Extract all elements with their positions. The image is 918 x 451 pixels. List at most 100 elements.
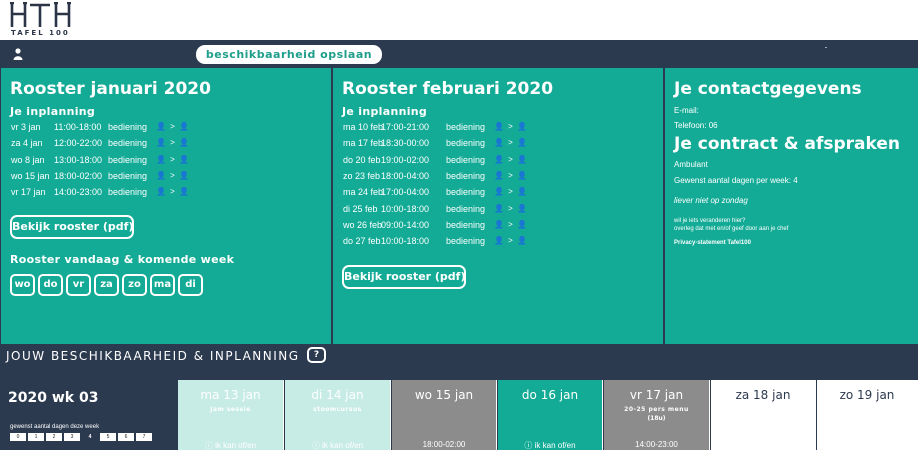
- days-per-week: Gewenst aantal dagen per week: 4: [674, 176, 798, 185]
- shift-date: ma 24 feb: [343, 187, 384, 198]
- day-button-zo[interactable]: zo: [122, 274, 147, 296]
- user-icon[interactable]: [13, 48, 23, 60]
- day-availability: 14:00-23:00: [635, 440, 678, 449]
- privacy-statement-link[interactable]: Privacy-statement Tafel100: [674, 240, 751, 246]
- day-name: za 18 jan: [735, 388, 791, 402]
- shift-role: bediening: [446, 154, 486, 165]
- day-column[interactable]: za 18 jan: [711, 380, 816, 450]
- shift-date: vr 17 jan: [11, 187, 46, 198]
- shift-swap-icon[interactable]: 👤 > 👤: [494, 155, 528, 164]
- day-event: 20-25 pers menu: [624, 406, 689, 413]
- day-column[interactable]: wo 15 jan 18:00-02:00: [392, 380, 497, 450]
- shift-time: 10:00-18:00: [381, 236, 430, 247]
- day-button-di[interactable]: di: [178, 274, 203, 296]
- logo-mark-icon: [10, 2, 71, 27]
- shift-swap-icon[interactable]: 👤 > 👤: [494, 122, 528, 131]
- shift-role: bediening: [446, 170, 486, 181]
- day-event: stoomcursus: [313, 406, 362, 413]
- shift-date: ma 17 feb: [343, 138, 384, 149]
- day-count-option[interactable]: 2: [46, 433, 62, 441]
- day-column[interactable]: zo 19 jan: [817, 380, 918, 450]
- shift-swap-icon[interactable]: 👤 > 👤: [494, 138, 528, 147]
- shift-date: zo 23 feb: [343, 170, 381, 181]
- shift-swap-icon[interactable]: 👤 > 👤: [494, 220, 528, 229]
- shift-time: 14:00-23:00: [54, 187, 103, 198]
- shift-swap-icon[interactable]: 👤 > 👤: [156, 171, 190, 180]
- shift-time: 17:00-04:00: [381, 187, 430, 198]
- panels: Rooster januari 2020 Je inplanning vr 3 …: [0, 68, 918, 344]
- day-availability: ⓘ ik kan of/en: [204, 441, 257, 450]
- shift-role: bediening: [108, 154, 148, 165]
- nav-dot: [825, 47, 827, 48]
- shift-swap-icon[interactable]: 👤 > 👤: [156, 122, 190, 131]
- shift-date: ma 10 feb: [343, 122, 384, 132]
- day-count-option[interactable]: 7: [136, 433, 152, 441]
- shift-role: bediening: [446, 187, 486, 198]
- shift-date: wo 8 jan: [11, 154, 45, 165]
- shift-date: do 27 feb: [343, 236, 381, 247]
- shift-time: 18:30-00:00: [381, 138, 430, 149]
- day-button-ma[interactable]: ma: [150, 274, 175, 296]
- change-hint-line2: overleg dat met en/of geef door aan je c…: [674, 226, 789, 232]
- shift-role: bediening: [108, 138, 148, 149]
- contact-title: Je contactgegevens: [674, 79, 862, 99]
- day-button-wo[interactable]: wo: [10, 274, 35, 296]
- day-column[interactable]: vr 17 jan 20-25 pers menu (18u) 14:00-23:00: [604, 380, 710, 450]
- shift-date: za 4 jan: [11, 138, 43, 149]
- email-label: E-mail:: [674, 106, 699, 115]
- shift-swap-icon[interactable]: 👤 > 👤: [156, 138, 190, 147]
- shift-time: 09:00-14:00: [381, 219, 430, 230]
- change-hint-line1: wil je iets veranderen hier?: [674, 218, 746, 224]
- january-view-pdf-button[interactable]: Bekijk rooster (pdf): [10, 215, 134, 239]
- day-count-option[interactable]: 4: [82, 433, 98, 441]
- day-name: do 16 jan: [521, 388, 579, 402]
- week-schedule-label: Rooster vandaag & komende week: [10, 253, 235, 266]
- day-count-option[interactable]: 5: [100, 433, 116, 441]
- day-availability: 18:00-02:00: [422, 440, 466, 449]
- shift-swap-icon[interactable]: 👤 > 👤: [494, 171, 528, 180]
- shift-role: bediening: [446, 219, 486, 230]
- panel-january: Rooster januari 2020 Je inplanning vr 3 …: [1, 68, 331, 344]
- shift-swap-icon[interactable]: 👤 > 👤: [494, 204, 528, 213]
- day-event: Jam sessie: [210, 406, 251, 413]
- day-column[interactable]: do 16 jan ⓘ ik kan of/en: [498, 380, 603, 450]
- save-availability-button[interactable]: beschikbaarheid opslaan: [196, 45, 382, 64]
- shift-swap-icon[interactable]: 👤 > 👤: [494, 187, 528, 196]
- january-planning-label: Je inplanning: [10, 105, 96, 118]
- day-count-option[interactable]: 0: [10, 433, 26, 441]
- shift-date: di 25 feb: [343, 203, 378, 214]
- day-name: ma 13 jan: [200, 388, 261, 402]
- shift-role: bediening: [108, 122, 148, 132]
- day-event-detail: (18u): [647, 415, 666, 422]
- day-button-do[interactable]: do: [38, 274, 63, 296]
- logo[interactable]: TAFEL 100: [10, 2, 74, 38]
- shift-role: bediening: [446, 138, 486, 149]
- help-button[interactable]: ?: [307, 347, 326, 363]
- contract-title: Je contract & afspraken: [674, 134, 900, 154]
- day-button-vr[interactable]: vr: [66, 274, 91, 296]
- shift-time: 12:00-22:00: [54, 138, 103, 149]
- day-name: di 14 jan: [311, 388, 364, 402]
- shift-role: bediening: [446, 122, 486, 132]
- day-count-option[interactable]: 6: [118, 433, 134, 441]
- day-count-option[interactable]: 1: [28, 433, 44, 441]
- panel-february: Rooster februari 2020 Je inplanning ma 1…: [333, 68, 663, 344]
- day-button-za[interactable]: za: [94, 274, 119, 296]
- shift-swap-icon[interactable]: 👤 > 👤: [494, 236, 528, 245]
- shift-swap-icon[interactable]: 👤 > 👤: [156, 187, 190, 196]
- week-row: 2020 wk 03 gewenst aantal dagen deze wee…: [0, 380, 918, 450]
- shift-swap-icon[interactable]: 👤 > 👤: [156, 155, 190, 164]
- day-column[interactable]: ma 13 jan Jam sessie ⓘ ik kan of/en: [178, 380, 284, 450]
- day-name: wo 15 jan: [414, 388, 474, 402]
- day-count-option[interactable]: 3: [64, 433, 80, 441]
- preference-note: liever niet op zondag: [674, 196, 748, 205]
- availability-header: JOUW BESCHIKBAARHEID & INPLANNING ?: [0, 344, 918, 380]
- shift-date: wo 15 jan: [11, 170, 50, 181]
- day-name: zo 19 jan: [839, 388, 895, 402]
- shift-role: bediening: [108, 187, 148, 198]
- shift-time: 19:00-02:00: [381, 154, 430, 165]
- phone-label: Telefoon: 06: [674, 121, 718, 130]
- day-column[interactable]: di 14 jan stoomcursus ⓘ ik kan of/en: [285, 380, 391, 450]
- february-view-pdf-button[interactable]: Bekijk rooster (pdf): [342, 265, 466, 289]
- header: TAFEL 100: [0, 0, 918, 40]
